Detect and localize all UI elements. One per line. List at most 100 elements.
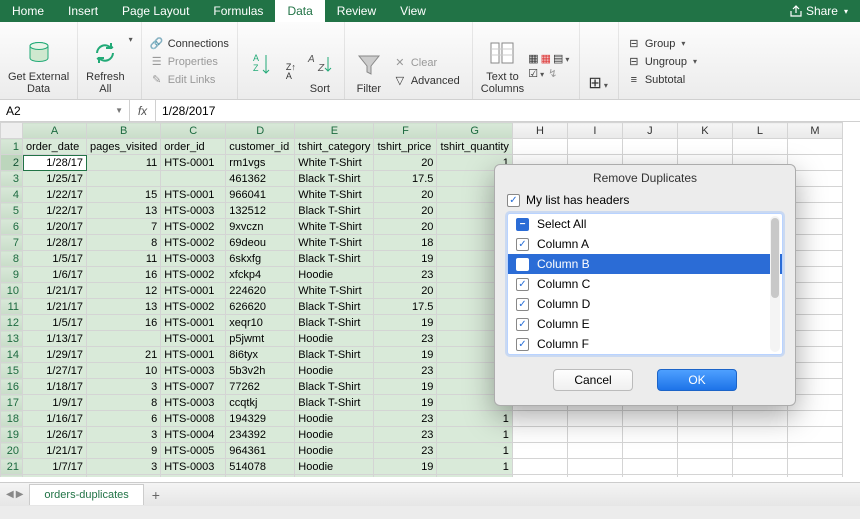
- row-header[interactable]: 15: [1, 363, 23, 379]
- column-header[interactable]: A: [23, 123, 87, 139]
- cell[interactable]: 13: [87, 203, 161, 219]
- cell[interactable]: White T-Shirt: [295, 235, 374, 251]
- cell[interactable]: 5b3v2h: [226, 363, 295, 379]
- cell[interactable]: HTS-0003: [161, 251, 226, 267]
- cell[interactable]: 69deou: [226, 235, 295, 251]
- cell[interactable]: Tennis Shirt: [295, 475, 374, 478]
- cell[interactable]: 10: [87, 363, 161, 379]
- cell[interactable]: 1: [437, 459, 512, 475]
- cell[interactable]: 1/29/17: [23, 347, 87, 363]
- cell[interactable]: 8: [87, 235, 161, 251]
- cell[interactable]: 194329: [226, 411, 295, 427]
- cell[interactable]: 224620: [226, 283, 295, 299]
- remove-duplicates-button[interactable]: ▦: [541, 52, 551, 65]
- cell[interactable]: 16: [87, 267, 161, 283]
- row-header[interactable]: 8: [1, 251, 23, 267]
- cell[interactable]: Hoodie: [295, 331, 374, 347]
- cell[interactable]: [512, 411, 567, 427]
- tab-page-layout[interactable]: Page Layout: [110, 0, 201, 22]
- cell[interactable]: 20: [374, 187, 437, 203]
- columns-list[interactable]: Select All Column AColumn BColumn CColum…: [507, 213, 783, 355]
- cell[interactable]: customer_id: [226, 139, 295, 155]
- cell[interactable]: 1/6/17: [23, 267, 87, 283]
- cell[interactable]: White T-Shirt: [295, 187, 374, 203]
- cell[interactable]: Hoodie: [295, 459, 374, 475]
- cell[interactable]: [677, 459, 732, 475]
- cancel-button[interactable]: Cancel: [553, 369, 633, 391]
- cell[interactable]: xfckp4: [226, 267, 295, 283]
- cell[interactable]: 3: [87, 459, 161, 475]
- what-if-button[interactable]: ⊞▾: [588, 73, 609, 93]
- cell[interactable]: 19: [374, 315, 437, 331]
- cell[interactable]: rzk240: [226, 475, 295, 478]
- cell[interactable]: [677, 443, 732, 459]
- cell[interactable]: tshirt_price: [374, 139, 437, 155]
- cell[interactable]: [732, 443, 787, 459]
- filter-button[interactable]: Filter: [351, 47, 387, 97]
- cell[interactable]: [161, 171, 226, 187]
- cell[interactable]: [677, 427, 732, 443]
- cell[interactable]: White T-Shirt: [295, 219, 374, 235]
- cell[interactable]: HTS-0003: [161, 475, 226, 478]
- scrollbar-thumb[interactable]: [771, 218, 779, 298]
- cell[interactable]: 514078: [226, 459, 295, 475]
- cell[interactable]: 1/25/17: [23, 171, 87, 187]
- sort-button[interactable]: AZ Sort: [302, 47, 338, 97]
- fx-button[interactable]: fx: [130, 100, 156, 121]
- cell[interactable]: 1/18/17: [23, 379, 87, 395]
- cell[interactable]: 11: [87, 155, 161, 171]
- sort-az-button[interactable]: AZ: [244, 47, 280, 97]
- cell[interactable]: 17.5: [374, 171, 437, 187]
- sort-za-button[interactable]: Z↑A: [282, 64, 300, 80]
- cell[interactable]: tshirt_category: [295, 139, 374, 155]
- cell[interactable]: [732, 475, 787, 478]
- cell[interactable]: 19: [374, 379, 437, 395]
- cell[interactable]: Hoodie: [295, 267, 374, 283]
- advanced-button[interactable]: ▽Advanced: [391, 73, 462, 89]
- cell[interactable]: 1/26/17: [23, 427, 87, 443]
- subtotal-button[interactable]: ≡Subtotal: [625, 72, 687, 88]
- cell[interactable]: [787, 427, 842, 443]
- column-row[interactable]: Column D: [508, 294, 782, 314]
- column-row[interactable]: Column B: [508, 254, 782, 274]
- cell[interactable]: [567, 139, 622, 155]
- cell[interactable]: 20: [374, 283, 437, 299]
- get-external-data-button[interactable]: Get External Data: [6, 35, 71, 97]
- cell[interactable]: Black T-Shirt: [295, 379, 374, 395]
- row-header[interactable]: 19: [1, 427, 23, 443]
- column-checkbox[interactable]: [516, 238, 529, 251]
- cell[interactable]: 1/21/17: [23, 443, 87, 459]
- tab-view[interactable]: View: [388, 0, 438, 22]
- cell[interactable]: 132512: [226, 203, 295, 219]
- cell[interactable]: tshirt_quantity: [437, 139, 512, 155]
- row-header[interactable]: 21: [1, 459, 23, 475]
- cell[interactable]: 7: [87, 219, 161, 235]
- cell[interactable]: [622, 475, 677, 478]
- cell[interactable]: 1: [437, 427, 512, 443]
- cell[interactable]: 1/21/17: [23, 299, 87, 315]
- cell[interactable]: HTS-0001: [161, 315, 226, 331]
- cell[interactable]: White T-Shirt: [295, 283, 374, 299]
- add-sheet-button[interactable]: +: [144, 485, 168, 505]
- cell[interactable]: 12: [87, 283, 161, 299]
- cell[interactable]: 3: [87, 427, 161, 443]
- column-row[interactable]: Column A: [508, 234, 782, 254]
- cell[interactable]: 1/22/17: [23, 187, 87, 203]
- column-header[interactable]: B: [87, 123, 161, 139]
- cell[interactable]: 23: [374, 427, 437, 443]
- relationships-button[interactable]: ↯: [548, 67, 557, 80]
- cell[interactable]: 1/7/17: [23, 459, 87, 475]
- cell[interactable]: [622, 427, 677, 443]
- cell[interactable]: 9: [87, 443, 161, 459]
- cell[interactable]: 1: [437, 411, 512, 427]
- tab-home[interactable]: Home: [0, 0, 56, 22]
- cell[interactable]: Black T-Shirt: [295, 347, 374, 363]
- cell[interactable]: HTS-0007: [161, 379, 226, 395]
- cell[interactable]: HTS-0001: [161, 347, 226, 363]
- cell[interactable]: 964361: [226, 443, 295, 459]
- connections-button[interactable]: 🔗Connections: [148, 36, 231, 52]
- column-header[interactable]: K: [677, 123, 732, 139]
- cell[interactable]: 461362: [226, 171, 295, 187]
- column-header[interactable]: H: [512, 123, 567, 139]
- column-row[interactable]: Column E: [508, 314, 782, 334]
